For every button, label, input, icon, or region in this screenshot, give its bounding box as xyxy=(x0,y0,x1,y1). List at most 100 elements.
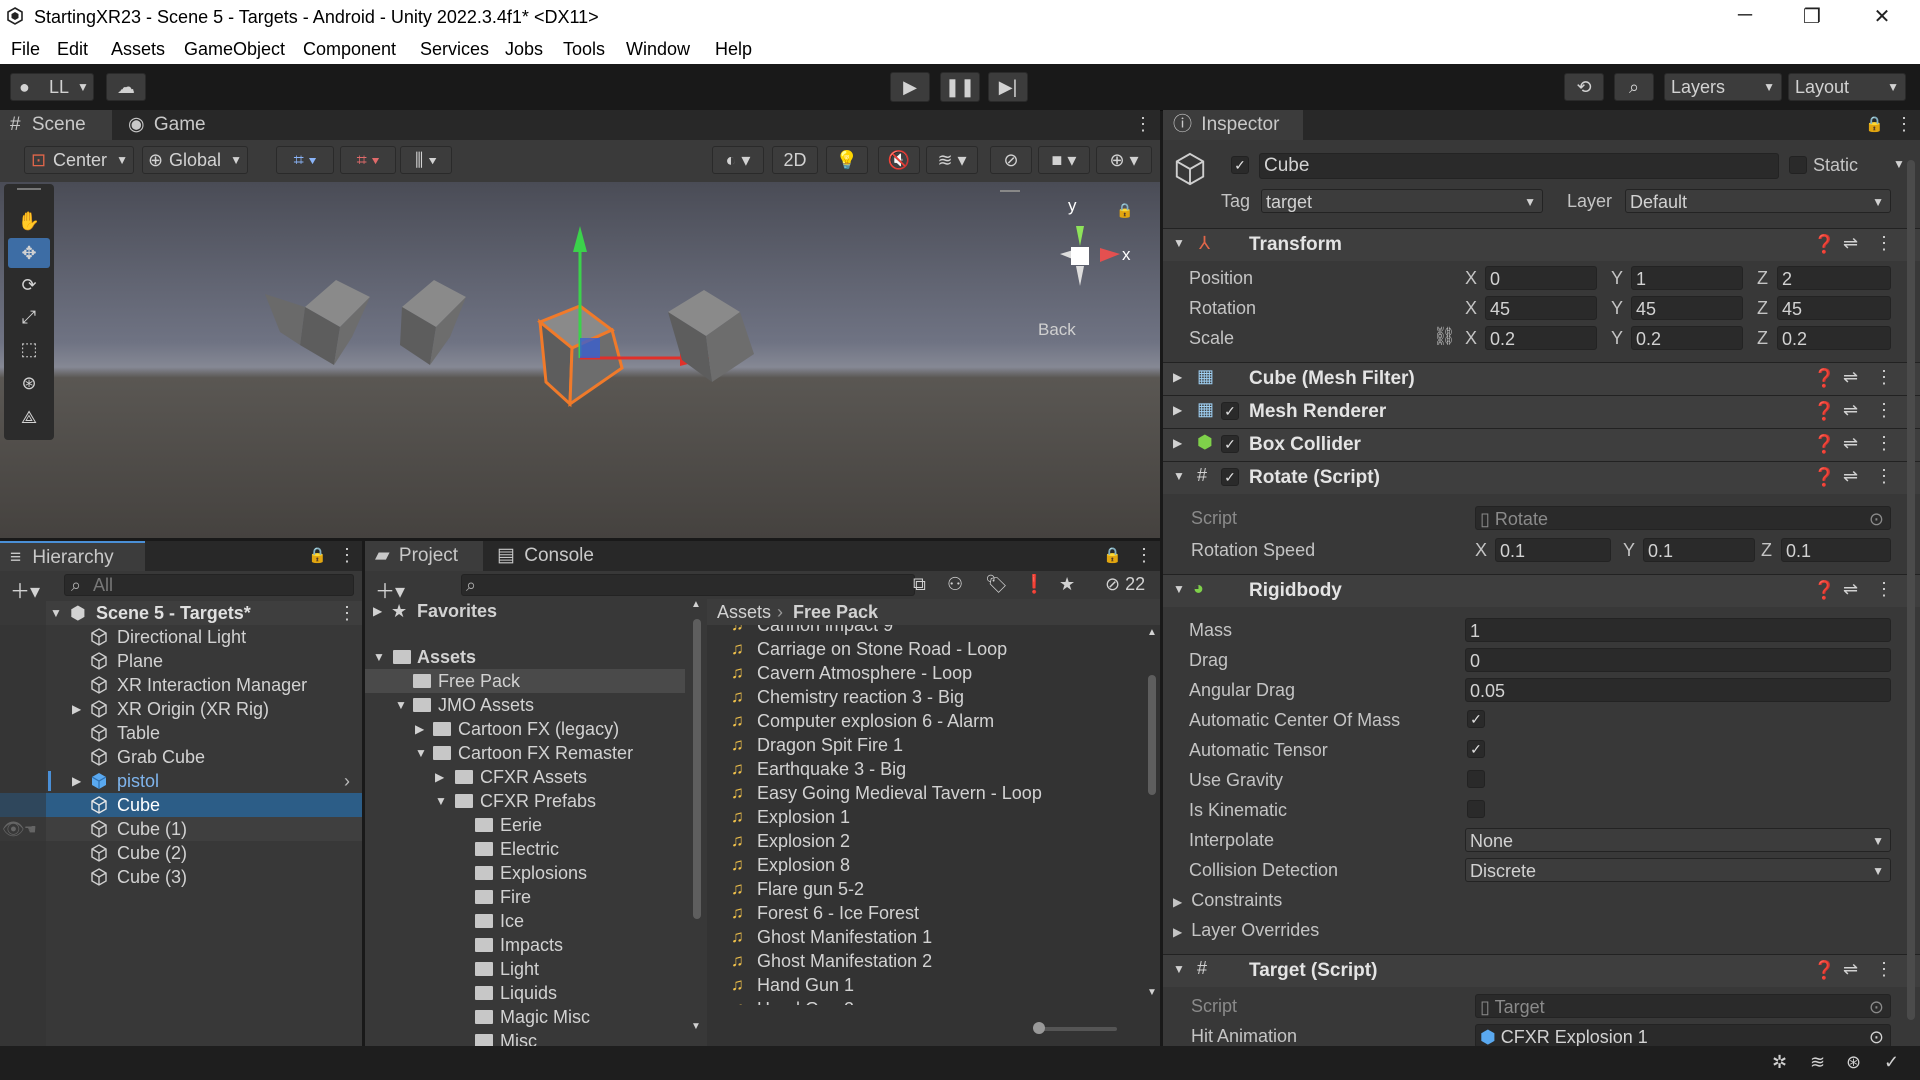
audio-file-row[interactable]: ♫ Explosion 2 xyxy=(707,829,1137,853)
transform-tool-button[interactable]: ⊛ xyxy=(8,368,50,398)
presets-icon[interactable]: ⇌ xyxy=(1843,233,1858,254)
audio-file-row[interactable]: ♫ Earthquake 3 - Big xyxy=(707,757,1137,781)
cube-object-2[interactable] xyxy=(400,280,466,365)
audio-file-row[interactable]: ♫ Cavern Atmosphere - Loop xyxy=(707,661,1137,685)
scroll-up-arrow-icon[interactable]: ▲ xyxy=(691,599,701,610)
presets-icon[interactable]: ⇌ xyxy=(1843,367,1858,388)
rotation-speed-x-field[interactable]: 0.1 xyxy=(1495,538,1611,562)
rotation-y-field[interactable]: 45 xyxy=(1631,296,1743,320)
audio-file-row[interactable]: ♫ Hand Gun 2 xyxy=(707,997,1137,1005)
audio-file-row[interactable]: ♫ Cannon impact 9 xyxy=(707,625,1137,637)
mass-field[interactable]: 1 xyxy=(1465,618,1891,642)
project-folder-row[interactable]: Electric xyxy=(365,837,685,861)
check-circle-icon[interactable]: ✓ xyxy=(1884,1052,1899,1073)
audio-file-row[interactable]: ♫ Carriage on Stone Road - Loop xyxy=(707,637,1137,661)
hierarchy-item[interactable]: Grab Cube xyxy=(0,745,362,769)
close-window-button[interactable]: ✕ xyxy=(1852,4,1912,30)
play-button[interactable]: ▶ xyxy=(890,72,930,102)
space-global-dropdown[interactable]: ⊕ Global ▼ xyxy=(142,146,248,174)
use-gravity-checkbox[interactable] xyxy=(1467,770,1485,788)
favorite-star-icon[interactable]: ★ xyxy=(1059,574,1075,595)
search-button[interactable]: ⌕ xyxy=(1614,73,1654,101)
target-script-header[interactable]: ▼ # Target (Script) ❓ ⇌ ⋮ xyxy=(1163,954,1920,987)
inspector-scrollbar[interactable] xyxy=(1907,160,1915,1020)
menu-window[interactable]: Window xyxy=(626,39,690,60)
audio-file-row[interactable]: ♫ Hand Gun 1 xyxy=(707,973,1137,997)
audio-file-row[interactable]: ♫ Easy Going Medieval Tavern - Loop xyxy=(707,781,1137,805)
audio-file-row[interactable]: ♫ Dragon Spit Fire 1 xyxy=(707,733,1137,757)
position-z-field[interactable]: 2 xyxy=(1777,266,1891,290)
rotate-enabled-checkbox[interactable]: ✓ xyxy=(1221,468,1239,486)
scene-viewport[interactable]: y x Back 🔒 ✋ ✥ ⟳ ⤢ ⬚ ⊛ ⟁ xyxy=(0,182,1160,538)
bug-icon[interactable]: ✲ xyxy=(1772,1052,1787,1073)
cube-object-1[interactable] xyxy=(265,280,370,365)
layout-dropdown[interactable]: Layout ▼ xyxy=(1788,73,1906,101)
rigidbody-header[interactable]: ▼ ◕ Rigidbody ❓ ⇌ ⋮ xyxy=(1163,574,1920,607)
interpolate-dropdown[interactable]: None ▼ xyxy=(1465,828,1891,852)
kebab-menu-icon[interactable]: ⋮ xyxy=(1135,545,1153,566)
layer-overrides-foldout[interactable]: ▶ Layer Overrides xyxy=(1173,920,1319,941)
expand-arrow-icon[interactable]: ▶ xyxy=(72,769,81,793)
search-by-type-icon[interactable]: ⧉ xyxy=(913,574,926,595)
menu-tools[interactable]: Tools xyxy=(563,39,605,60)
rotation-z-field[interactable]: 45 xyxy=(1777,296,1891,320)
rotate-tool-button[interactable]: ⟳ xyxy=(8,270,50,300)
tab-project[interactable]: ▰ Project xyxy=(365,541,483,571)
audio-file-row[interactable]: ♫ Computer explosion 6 - Alarm xyxy=(707,709,1137,733)
project-search-input[interactable]: ⌕ xyxy=(461,574,915,596)
angular-drag-field[interactable]: 0.05 xyxy=(1465,678,1891,702)
undo-history-button[interactable]: ⟲ xyxy=(1564,73,1604,101)
cube-object-4[interactable] xyxy=(668,290,754,382)
menu-gameobject[interactable]: GameObject xyxy=(184,39,285,60)
scroll-down-arrow-icon[interactable]: ▼ xyxy=(1147,987,1157,998)
project-folder-row[interactable]: ▼ Cartoon FX Remaster xyxy=(365,741,685,765)
collision-detection-dropdown[interactable]: Discrete ▼ xyxy=(1465,858,1891,882)
auto-com-checkbox[interactable]: ✓ xyxy=(1467,710,1485,728)
tree-scrollbar[interactable]: ▲ ▼ xyxy=(691,599,701,1032)
mesh-renderer-enabled-checkbox[interactable]: ✓ xyxy=(1221,402,1239,420)
static-checkbox[interactable] xyxy=(1789,156,1807,174)
icon-size-slider[interactable] xyxy=(1033,1022,1117,1034)
scrollbar-thumb[interactable] xyxy=(1148,675,1156,795)
account-dropdown[interactable]: ● LL ▼ xyxy=(10,73,94,101)
project-folder-row[interactable]: ▶ CFXR Assets xyxy=(365,765,685,789)
lock-icon[interactable]: 🔒 xyxy=(308,546,327,564)
minimize-button[interactable]: ─ xyxy=(1715,4,1775,30)
step-button[interactable]: ▶| xyxy=(988,72,1028,102)
transform-header[interactable]: ▼ ⅄ Transform ❓ ⇌ ⋮ xyxy=(1163,228,1920,261)
slider-knob[interactable] xyxy=(1033,1022,1045,1034)
auto-tensor-checkbox[interactable]: ✓ xyxy=(1467,740,1485,758)
scale-tool-button[interactable]: ⤢ xyxy=(8,302,50,332)
shading-mode-button[interactable]: ◐ ▾ xyxy=(712,146,764,174)
gizmo-back-label[interactable]: Back xyxy=(1038,320,1076,340)
presets-icon[interactable]: ⇌ xyxy=(1843,433,1858,454)
menu-assets[interactable]: Assets xyxy=(111,39,165,60)
project-folder-row[interactable]: Fire xyxy=(365,885,685,909)
project-folder-row[interactable]: Liquids xyxy=(365,981,685,1005)
project-folder-row[interactable]: ▶ Cartoon FX (legacy) xyxy=(365,717,685,741)
scale-y-field[interactable]: 0.2 xyxy=(1631,326,1743,350)
hierarchy-search-input[interactable]: ⌕ All xyxy=(64,574,354,596)
audio-file-row[interactable]: ♫ Forest 6 - Ice Forest xyxy=(707,901,1137,925)
menu-component[interactable]: Component xyxy=(303,39,396,60)
object-name-field[interactable]: Cube xyxy=(1259,153,1779,179)
help-icon[interactable]: ❓ xyxy=(1813,234,1835,255)
orientation-gizmo[interactable] xyxy=(1060,226,1120,286)
mesh-filter-header[interactable]: ▶ ▦ Cube (Mesh Filter) ❓ ⇌ ⋮ xyxy=(1163,362,1920,395)
kebab-menu-icon[interactable]: ⋮ xyxy=(338,545,356,566)
audio-file-row[interactable]: ♫ Explosion 1 xyxy=(707,805,1137,829)
tab-inspector[interactable]: ⓘ Inspector xyxy=(1163,110,1303,140)
scroll-up-arrow-icon[interactable]: ▲ xyxy=(1147,627,1157,638)
viewport-drag-handle[interactable] xyxy=(1000,190,1020,192)
help-icon[interactable]: ❓ xyxy=(1813,434,1835,455)
hierarchy-item[interactable]: ▶ pistol › xyxy=(0,769,362,793)
project-folder-row[interactable]: ▼ JMO Assets xyxy=(365,693,685,717)
constraints-foldout[interactable]: ▶ Constraints xyxy=(1173,890,1282,911)
lock-icon[interactable]: 🔒 xyxy=(1103,546,1122,564)
hierarchy-add-button[interactable]: ＋▾ xyxy=(10,575,40,604)
auto-generate-icon[interactable]: ⊛ xyxy=(1846,1052,1861,1073)
kebab-menu-icon[interactable]: ⋮ xyxy=(1875,400,1893,421)
scale-z-field[interactable]: 0.2 xyxy=(1777,326,1891,350)
hidden-objects-toggle[interactable]: ⊘ xyxy=(990,146,1032,174)
menu-edit[interactable]: Edit xyxy=(57,39,88,60)
